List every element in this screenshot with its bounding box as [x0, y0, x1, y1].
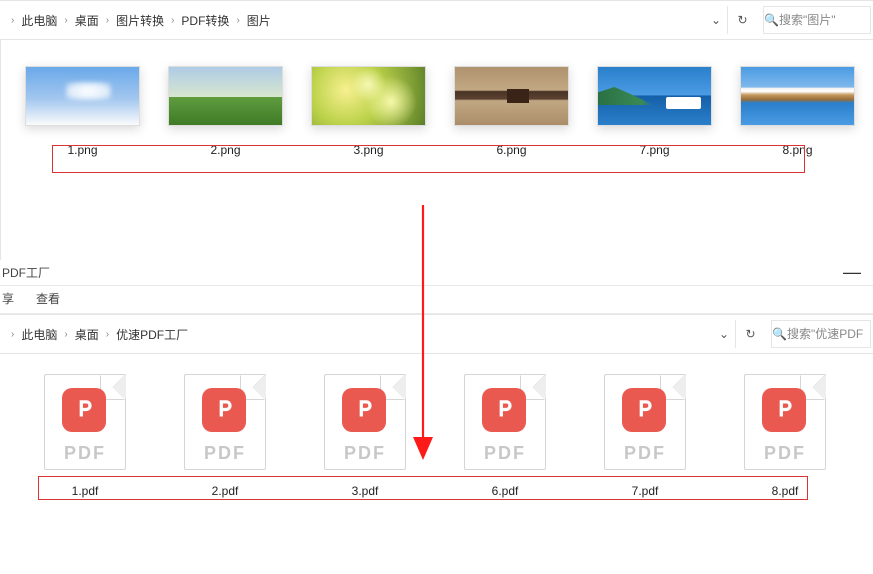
- chevron-right-icon: ›: [103, 329, 112, 340]
- history-dropdown-button[interactable]: ⌄: [713, 320, 735, 348]
- file-item[interactable]: PDF 8.pdf: [740, 374, 830, 498]
- pdf-ext-label: PDF: [184, 443, 266, 464]
- file-item[interactable]: PDF 1.pdf: [40, 374, 130, 498]
- image-thumbnail: [740, 66, 855, 126]
- pdf-badge-icon: [622, 388, 666, 432]
- window-title-bar: PDF工厂 —: [0, 260, 873, 286]
- image-thumbnail: [311, 66, 426, 126]
- pdf-ext-label: PDF: [744, 443, 826, 464]
- pdf-ext-label: PDF: [44, 443, 126, 464]
- chevron-right-icon: ›: [103, 15, 112, 26]
- pdf-thumbnail: PDF: [44, 374, 126, 470]
- file-item[interactable]: 6.png: [454, 66, 569, 157]
- crumb[interactable]: 图片: [247, 12, 271, 29]
- file-name: 1.png: [67, 143, 97, 157]
- crumb[interactable]: 此电脑: [21, 326, 57, 343]
- image-thumbnail: [168, 66, 283, 126]
- file-item[interactable]: 7.png: [597, 66, 712, 157]
- chevron-right-icon: ›: [8, 15, 17, 26]
- image-thumbnail: [597, 66, 712, 126]
- refresh-icon: ↻: [737, 13, 747, 27]
- refresh-button[interactable]: ↻: [735, 320, 765, 348]
- file-name: 1.pdf: [72, 484, 99, 498]
- file-item[interactable]: PDF 6.pdf: [460, 374, 550, 498]
- window-title: PDF工厂: [2, 264, 50, 281]
- image-thumbnail: [454, 66, 569, 126]
- address-bar-bottom: › 此电脑 › 桌面 › 优速PDF工厂 ⌄ ↻ 🔍: [0, 314, 873, 354]
- file-item[interactable]: 8.png: [740, 66, 855, 157]
- pdf-thumbnail: PDF: [604, 374, 686, 470]
- image-thumbnail: [25, 66, 140, 126]
- minimize-button[interactable]: —: [837, 262, 867, 283]
- pdf-badge-icon: [482, 388, 526, 432]
- refresh-button[interactable]: ↻: [727, 6, 757, 34]
- file-name: 6.png: [496, 143, 526, 157]
- file-name: 8.png: [782, 143, 812, 157]
- pdf-thumbnail: PDF: [744, 374, 826, 470]
- history-dropdown-button[interactable]: ⌄: [705, 6, 727, 34]
- crumb[interactable]: 桌面: [75, 12, 99, 29]
- search-input[interactable]: [779, 13, 873, 27]
- ribbon-tab[interactable]: 享: [2, 290, 14, 307]
- file-name: 2.pdf: [212, 484, 239, 498]
- crumb[interactable]: 图片转换: [116, 12, 164, 29]
- file-name: 3.png: [353, 143, 383, 157]
- crumb[interactable]: 优速PDF工厂: [116, 326, 188, 343]
- file-name: 7.png: [639, 143, 669, 157]
- search-icon: 🔍: [764, 13, 779, 27]
- chevron-right-icon: ›: [61, 329, 70, 340]
- crumb[interactable]: PDF转换: [181, 12, 229, 29]
- file-name: 3.pdf: [352, 484, 379, 498]
- file-grid-images: 1.png 2.png 3.png 6.png 7.png 8.png: [1, 40, 873, 157]
- file-pane-images: 1.png 2.png 3.png 6.png 7.png 8.png: [0, 40, 873, 260]
- file-name: 2.png: [210, 143, 240, 157]
- file-item[interactable]: PDF 7.pdf: [600, 374, 690, 498]
- file-name: 6.pdf: [492, 484, 519, 498]
- refresh-icon: ↻: [745, 327, 755, 341]
- file-grid-pdfs: PDF 1.pdf PDF 2.pdf PDF 3.pdf: [0, 354, 873, 498]
- file-item[interactable]: PDF 3.pdf: [320, 374, 410, 498]
- chevron-right-icon: ›: [233, 15, 242, 26]
- address-bar-top: › 此电脑 › 桌面 › 图片转换 › PDF转换 › 图片 ⌄ ↻ 🔍: [0, 0, 873, 40]
- search-icon: 🔍: [772, 327, 787, 341]
- chevron-right-icon: ›: [8, 329, 17, 340]
- crumb[interactable]: 此电脑: [21, 12, 57, 29]
- pdf-ext-label: PDF: [604, 443, 686, 464]
- pdf-badge-icon: [202, 388, 246, 432]
- search-box-bottom[interactable]: 🔍: [771, 320, 871, 348]
- chevron-down-icon: ⌄: [711, 13, 721, 27]
- file-name: 8.pdf: [772, 484, 799, 498]
- pdf-thumbnail: PDF: [184, 374, 266, 470]
- pdf-ext-label: PDF: [464, 443, 546, 464]
- breadcrumb-bottom[interactable]: › 此电脑 › 桌面 › 优速PDF工厂: [0, 319, 713, 349]
- ribbon-tab[interactable]: 查看: [36, 290, 60, 307]
- file-name: 7.pdf: [632, 484, 659, 498]
- pdf-ext-label: PDF: [324, 443, 406, 464]
- pdf-badge-icon: [62, 388, 106, 432]
- file-item[interactable]: 3.png: [311, 66, 426, 157]
- pdf-badge-icon: [342, 388, 386, 432]
- file-item[interactable]: 1.png: [25, 66, 140, 157]
- ribbon-tabs: 享 查看: [0, 286, 873, 314]
- chevron-right-icon: ›: [61, 15, 70, 26]
- breadcrumb-top[interactable]: › 此电脑 › 桌面 › 图片转换 › PDF转换 › 图片: [0, 5, 705, 35]
- search-box-top[interactable]: 🔍: [763, 6, 871, 34]
- file-item[interactable]: 2.png: [168, 66, 283, 157]
- pdf-thumbnail: PDF: [324, 374, 406, 470]
- chevron-down-icon: ⌄: [719, 327, 729, 341]
- pdf-thumbnail: PDF: [464, 374, 546, 470]
- crumb[interactable]: 桌面: [75, 326, 99, 343]
- file-pane-pdfs: PDF 1.pdf PDF 2.pdf PDF 3.pdf: [0, 354, 873, 569]
- chevron-right-icon: ›: [168, 15, 177, 26]
- file-item[interactable]: PDF 2.pdf: [180, 374, 270, 498]
- pdf-badge-icon: [762, 388, 806, 432]
- search-input[interactable]: [787, 327, 873, 341]
